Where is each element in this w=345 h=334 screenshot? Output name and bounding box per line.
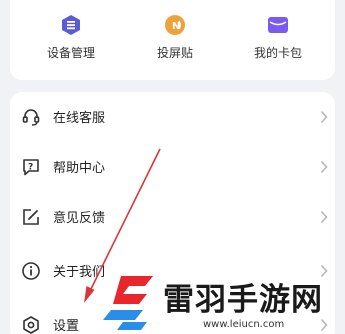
menu-item-label: 意见反馈 [53, 211, 106, 226]
card-wallet-label: 我的卡包 [253, 46, 302, 60]
menu-item-online-service[interactable]: 在线客服 [10, 92, 335, 142]
device-management-label: 设备管理 [46, 46, 95, 60]
card-wallet-button[interactable]: 我的卡包 [238, 14, 318, 61]
watermark: 雷羽手游网 www.leiucn.com [103, 270, 343, 334]
cast-sticker-label: 投屏贴 [156, 46, 193, 60]
device-management-button[interactable]: 设备管理 [31, 14, 111, 61]
device-hexagon-icon [62, 15, 80, 35]
menu-item-label: 关于我们 [53, 265, 106, 280]
cast-sticker-button[interactable]: N 投屏贴 [135, 14, 215, 61]
svg-text:?: ? [28, 163, 33, 173]
settings-hexagon-icon [23, 316, 39, 334]
chevron-right-icon [320, 210, 328, 224]
chevron-right-icon [320, 160, 328, 174]
help-question-icon: ? [23, 159, 39, 176]
menu-item-label: 帮助中心 [53, 161, 106, 176]
menu-item-feedback[interactable]: 意见反馈 [10, 192, 335, 242]
nfc-cast-icon: N [165, 15, 185, 35]
menu-item-label: 设置 [53, 319, 80, 334]
headset-icon [22, 109, 40, 126]
watermark-logo-icon [103, 276, 153, 330]
watermark-title: 雷羽手游网 [163, 282, 323, 318]
watermark-url: www.leiucn.com [203, 319, 285, 330]
menu-item-help-center[interactable]: ? 帮助中心 [10, 142, 335, 192]
card-wallet-icon [268, 17, 288, 33]
edit-feedback-icon [23, 209, 39, 225]
chevron-right-icon [320, 110, 328, 124]
menu-item-label: 在线客服 [53, 111, 106, 126]
info-icon [22, 262, 40, 280]
quick-actions-card: 设备管理 N 投屏贴 我的卡包 [10, 0, 335, 80]
